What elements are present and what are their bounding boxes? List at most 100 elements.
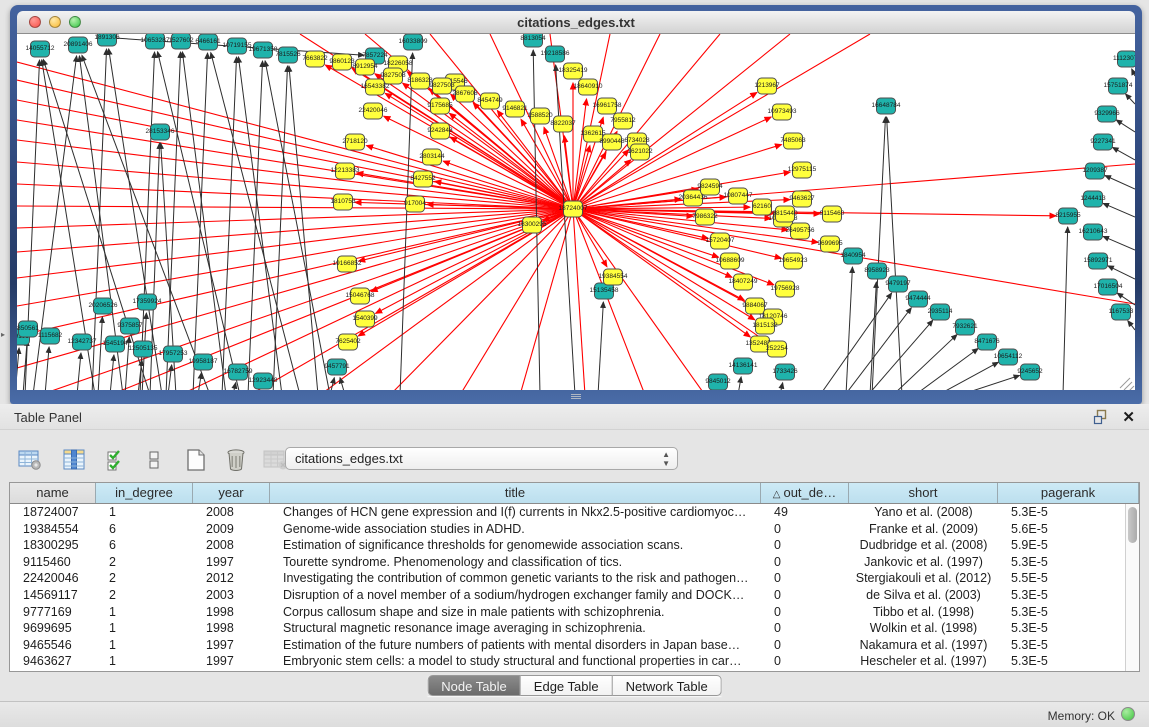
network-node[interactable]: 10688609 [716, 253, 745, 269]
network-node[interactable]: 12213383 [331, 163, 360, 179]
row-height-button[interactable] [140, 446, 168, 474]
network-node[interactable]: 1810753 [330, 194, 356, 210]
network-node[interactable]: 9245652 [1017, 364, 1043, 380]
network-node[interactable]: 9115460 [820, 206, 845, 222]
network-node[interactable]: 8822037 [550, 116, 576, 132]
tab-edge-table[interactable]: Edge Table [521, 675, 613, 696]
network-node[interactable]: 1540399 [352, 311, 378, 327]
network-node[interactable]: 2867608 [452, 86, 478, 102]
network-node[interactable]: 16648784 [872, 98, 901, 114]
table-row[interactable]: 1872400712008Changes of HCN gene express… [10, 504, 1125, 521]
table-row[interactable]: 946362711997Embryonic stem cells: a mode… [10, 653, 1125, 670]
table-settings-button[interactable] [16, 446, 44, 474]
selection-mode-button[interactable] [102, 446, 130, 474]
network-node[interactable]: 19218586 [541, 46, 570, 62]
network-node[interactable]: 9146821 [502, 101, 528, 117]
table-row[interactable]: 946554611997Estimation of the future num… [10, 637, 1125, 654]
column-header-year[interactable]: year [193, 483, 270, 503]
collapsed-west-panel-arrow-icon[interactable]: ▸ [1, 330, 5, 339]
network-node[interactable]: 9824594 [697, 179, 723, 195]
network-node[interactable]: 1588520 [527, 108, 553, 124]
network-node[interactable]: 20891406 [64, 37, 93, 53]
network-node[interactable]: 20206526 [89, 298, 118, 314]
network-node[interactable]: 1167533 [1109, 304, 1134, 320]
column-header-out-degree[interactable]: △out_de… [761, 483, 849, 503]
network-node[interactable]: 7485063 [780, 133, 806, 149]
network-node[interactable]: 1733426 [772, 364, 798, 380]
network-node[interactable]: 1115682 [38, 328, 63, 344]
network-node[interactable]: 1891306 [94, 34, 120, 46]
table-row[interactable]: 977716911998Corpus callosum shape and si… [10, 604, 1125, 621]
network-node[interactable]: 1840954 [840, 248, 866, 264]
network-node[interactable]: 9827503 [429, 78, 455, 94]
network-node[interactable]: 16210643 [1079, 224, 1108, 240]
frame-resize-grip[interactable] [571, 394, 581, 401]
network-node[interactable]: 9699695 [817, 236, 843, 252]
table-row[interactable]: 911546021997Tourette syndrome. Phenomeno… [10, 554, 1125, 571]
delete-column-button[interactable] [222, 446, 250, 474]
network-node[interactable]: 15751874 [1104, 78, 1133, 94]
network-node[interactable]: 1213967 [754, 78, 780, 94]
table-scrollbar-thumb[interactable] [1128, 507, 1137, 543]
network-nodes[interactable]: 1405571220891406189130610653287152760264… [17, 34, 1135, 390]
network-node[interactable]: 1209387 [1082, 163, 1108, 179]
close-panel-icon[interactable]: ✕ [1122, 408, 1135, 426]
network-node[interactable]: 2935114 [928, 304, 953, 320]
table-row[interactable]: 2242004622012Investigating the contribut… [10, 570, 1125, 587]
network-node[interactable]: 9457791 [324, 359, 350, 375]
show-columns-button[interactable] [60, 446, 88, 474]
network-node[interactable]: 7932621 [952, 319, 978, 335]
network-node[interactable]: 9479197 [885, 276, 911, 292]
network-node[interactable]: 12342737 [68, 334, 97, 350]
network-node[interactable]: 14055712 [26, 41, 55, 57]
network-node[interactable]: 19671358 [249, 42, 278, 58]
network-node[interactable]: 850561 [17, 321, 39, 337]
minimize-window-button[interactable] [49, 16, 61, 28]
table-row[interactable]: 1830029562008Estimation of significance … [10, 537, 1125, 554]
network-node[interactable]: 9175685 [427, 98, 453, 114]
network-node[interactable]: 1815132 [752, 318, 778, 334]
network-node[interactable]: 12975115 [788, 162, 817, 178]
column-header-name[interactable]: name [10, 483, 96, 503]
network-node[interactable]: 9845012 [705, 374, 731, 390]
network-node[interactable]: 8958923 [864, 263, 890, 279]
network-node[interactable]: 8912954 [352, 59, 378, 75]
network-node[interactable]: 18407249 [729, 274, 758, 290]
network-node[interactable]: 62160 [753, 199, 772, 215]
network-node[interactable]: 1545194 [102, 336, 128, 352]
network-node[interactable]: 9375857 [117, 318, 143, 334]
network-node[interactable]: 9815440 [772, 206, 798, 222]
network-node[interactable]: 8427552 [410, 171, 436, 187]
network-node[interactable]: 19756928 [771, 281, 800, 297]
network-node[interactable]: 9474444 [905, 291, 931, 307]
network-node[interactable]: 7815526 [275, 47, 301, 63]
network-node[interactable]: 1244413 [1080, 191, 1106, 207]
network-node[interactable]: 8813054 [520, 34, 546, 47]
network-node[interactable]: 18640910 [574, 79, 603, 95]
network-node[interactable]: 7625402 [335, 334, 361, 350]
network-node[interactable]: 22420046 [359, 103, 388, 119]
network-node[interactable]: 9463627 [789, 191, 815, 207]
network-node[interactable]: 252254 [766, 341, 788, 357]
network-node[interactable]: 917004 [404, 196, 426, 212]
network-node[interactable]: 17016504 [1094, 279, 1123, 295]
column-header-short[interactable]: short [849, 483, 998, 503]
column-header-in-degree[interactable]: in_degree [96, 483, 193, 503]
table-row[interactable]: 1938455462009Genome-wide association stu… [10, 521, 1125, 538]
column-header-pagerank[interactable]: pagerank [998, 483, 1139, 503]
network-window-titlebar[interactable]: citations_edges.txt [17, 11, 1135, 34]
network-node[interactable]: 8471676 [974, 334, 1000, 350]
network-node[interactable]: 7986322 [692, 209, 718, 225]
network-node[interactable]: 6466161 [195, 34, 221, 50]
network-node[interactable]: 11123074 [1113, 51, 1135, 67]
table-row[interactable]: 969969511998Structural magnetic resonanc… [10, 620, 1125, 637]
network-node[interactable]: 17359924 [133, 294, 162, 310]
network-node[interactable]: 14136141 [729, 358, 758, 374]
float-panel-icon[interactable] [1093, 409, 1109, 425]
close-window-button[interactable] [29, 16, 41, 28]
table-row[interactable]: 1456911722003Disruption of a novel membe… [10, 587, 1125, 604]
network-node[interactable]: 7663822 [302, 51, 328, 67]
network-node[interactable]: 1621022 [627, 144, 653, 160]
network-node[interactable]: 10973493 [768, 104, 797, 120]
column-header-title[interactable]: title [270, 483, 761, 503]
